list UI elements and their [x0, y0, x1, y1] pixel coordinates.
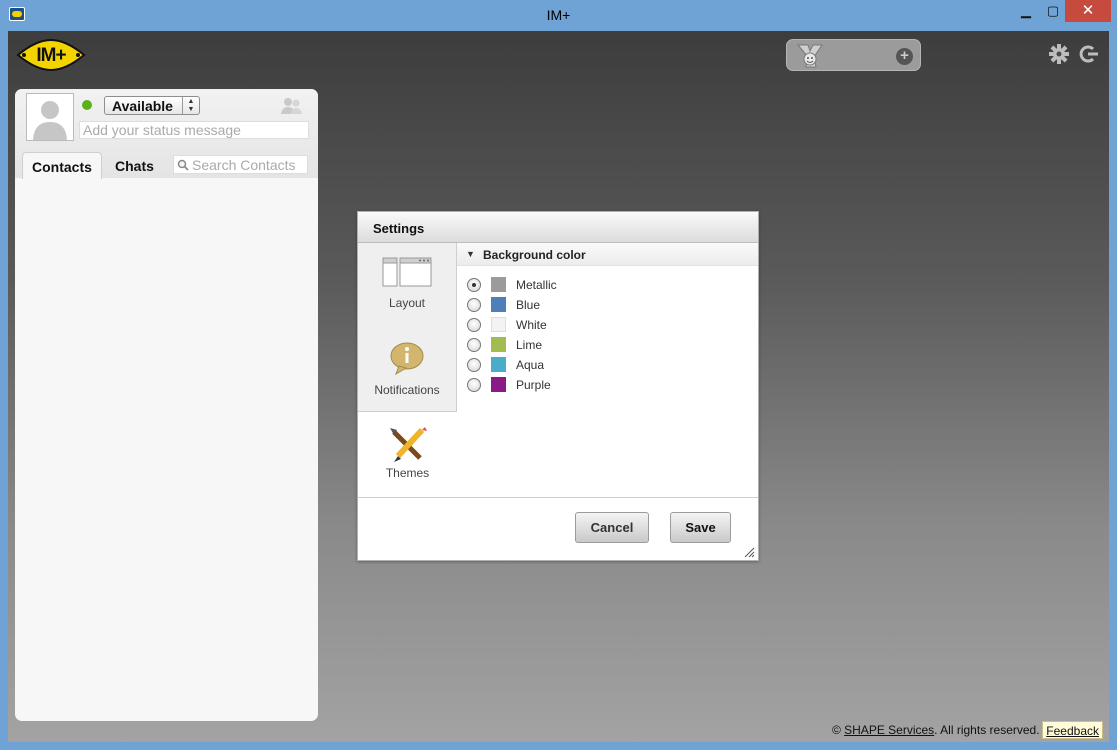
- color-option-white[interactable]: White: [467, 316, 747, 334]
- select-arrows-icon: ▲ ▼: [182, 97, 199, 114]
- settings-item-label: Layout: [388, 296, 426, 310]
- contacts-panel: Available ▲▼ Contacts Chats: [15, 89, 318, 721]
- color-label: Aqua: [516, 358, 545, 372]
- profile-header: Available ▲▼ Contacts Chats: [15, 89, 318, 179]
- color-option-lime[interactable]: Lime: [467, 336, 747, 354]
- radio-button[interactable]: [467, 378, 481, 392]
- status-message-input[interactable]: [79, 121, 309, 139]
- copyright-text: © SHAPE Services. All rights reserved. |: [832, 723, 1046, 737]
- cancel-button[interactable]: Cancel: [575, 512, 649, 543]
- color-swatch: [491, 297, 506, 312]
- search-icon: [177, 159, 189, 171]
- signout-icon[interactable]: [1078, 43, 1100, 65]
- settings-dialog: Settings Layout Notifications Themes ▼ B…: [357, 211, 759, 561]
- radio-button[interactable]: [467, 318, 481, 332]
- add-group-icon[interactable]: [280, 96, 304, 116]
- color-swatch: [491, 357, 506, 372]
- color-swatch: [491, 377, 506, 392]
- logo-text: IM+: [36, 45, 66, 66]
- color-label: Lime: [516, 338, 543, 352]
- settings-titlebar[interactable]: Settings: [358, 212, 758, 243]
- radio-button[interactable]: [467, 278, 481, 292]
- layout-icon: [382, 257, 432, 287]
- yahoo-messenger-icon[interactable]: [795, 43, 825, 69]
- settings-item-notifications[interactable]: Notifications: [358, 341, 456, 421]
- minimize-button[interactable]: ▁: [1012, 0, 1040, 22]
- color-label: Metallic: [516, 278, 557, 292]
- settings-footer: Cancel Save: [358, 497, 758, 560]
- resize-grip-icon[interactable]: [744, 547, 755, 558]
- settings-content: ▼ Background color Metallic Blue White L…: [457, 243, 758, 497]
- color-label: White: [516, 318, 547, 332]
- maximize-button[interactable]: ▢: [1039, 0, 1067, 22]
- rights-text: . All rights reserved. |: [934, 723, 1046, 737]
- app-footer: © SHAPE Services. All rights reserved. |…: [8, 721, 1109, 742]
- settings-item-label: Notifications: [374, 383, 440, 397]
- color-label: Purple: [516, 378, 551, 392]
- add-account-icon[interactable]: +: [896, 48, 913, 65]
- radio-button[interactable]: [467, 298, 481, 312]
- close-button[interactable]: ✕: [1065, 0, 1111, 22]
- status-indicator-icon: [82, 100, 92, 110]
- window-titlebar: IM+ ▁ ▢ ✕: [0, 0, 1117, 30]
- status-select-value: Available: [112, 98, 173, 114]
- im-plus-logo: IM+: [16, 38, 86, 72]
- color-option-blue[interactable]: Blue: [467, 296, 747, 314]
- settings-item-layout[interactable]: Layout: [358, 257, 456, 327]
- search-input[interactable]: [192, 157, 307, 172]
- feedback-link[interactable]: Feedback: [1042, 721, 1103, 739]
- settings-title: Settings: [373, 221, 425, 236]
- tab-chats[interactable]: Chats: [106, 152, 163, 179]
- settings-item-label: Themes: [385, 466, 430, 480]
- save-button[interactable]: Save: [670, 512, 731, 543]
- contact-search[interactable]: [173, 155, 308, 174]
- color-option-metallic[interactable]: Metallic: [467, 276, 747, 294]
- account-switcher[interactable]: +: [786, 39, 921, 71]
- color-option-aqua[interactable]: Aqua: [467, 356, 747, 374]
- section-title: Background color: [483, 248, 586, 262]
- radio-button[interactable]: [467, 358, 481, 372]
- brush-pencil-icon: [389, 427, 427, 462]
- gear-icon[interactable]: [1048, 43, 1070, 65]
- copyright-symbol: ©: [831, 723, 841, 737]
- window-title: IM+: [546, 7, 571, 23]
- tab-contacts[interactable]: Contacts: [22, 152, 102, 179]
- color-label: Blue: [516, 298, 541, 312]
- avatar[interactable]: [26, 93, 74, 141]
- app-main: IM+ + Available ▲ ▼ Add your status mess…: [8, 31, 1109, 742]
- color-option-purple[interactable]: Purple: [467, 376, 747, 394]
- default-avatar-icon: [33, 101, 67, 140]
- radio-button[interactable]: [467, 338, 481, 352]
- company-link[interactable]: SHAPE Services: [844, 723, 934, 737]
- section-header-background-color[interactable]: ▼ Background color: [457, 243, 758, 266]
- status-select[interactable]: Available ▲ ▼: [104, 96, 200, 115]
- color-swatch: [491, 277, 506, 292]
- collapse-arrow-icon: ▼: [466, 249, 475, 259]
- settings-item-themes[interactable]: Themes: [358, 411, 457, 497]
- info-bubble-icon: [390, 342, 424, 376]
- color-swatch: [491, 317, 506, 332]
- color-swatch: [491, 337, 506, 352]
- settings-sidebar: Layout Notifications Themes: [358, 243, 457, 497]
